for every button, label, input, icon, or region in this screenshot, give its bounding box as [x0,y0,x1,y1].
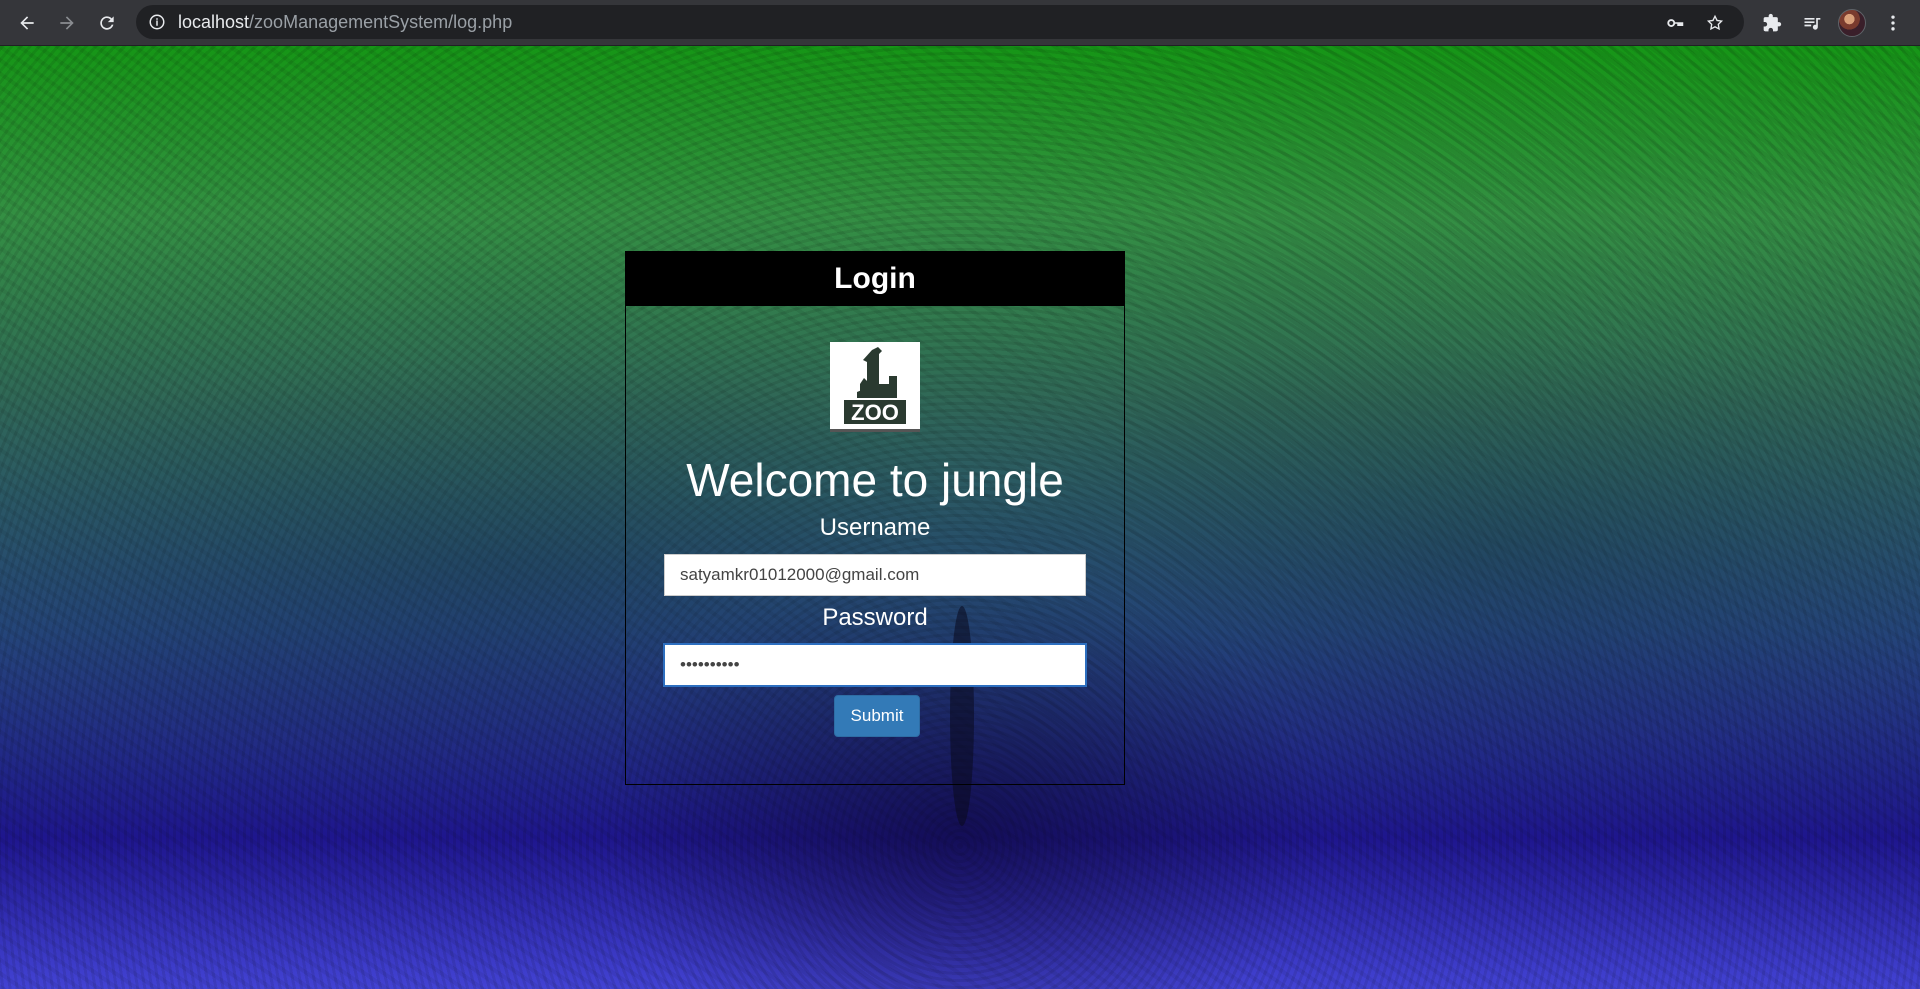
page-background: Login ZOO Welcome to jungle Username Pas… [0,46,1920,989]
logo-text: ZOO [851,400,899,425]
arrow-right-icon [60,16,74,30]
login-header: Login [626,252,1124,306]
kebab-menu-icon [1891,15,1895,31]
giraffe-logo-icon: ZOO [830,342,920,428]
username-label: Username [819,514,931,541]
url-text[interactable]: localhost/zooManagementSystem/log.php [178,5,512,39]
media-queue-button[interactable] [1795,6,1829,40]
menu-button[interactable] [1876,6,1910,40]
key-icon[interactable] [1666,14,1684,32]
welcome-heading: Welcome to jungle [686,454,1064,506]
url-path: /zooManagementSystem/log.php [249,12,513,32]
reload-button[interactable] [90,6,124,40]
username-input[interactable] [664,554,1086,596]
url-host: localhost [178,12,250,32]
info-icon[interactable] [148,13,166,31]
arrow-left-icon [20,16,34,30]
zoo-logo: ZOO [830,342,920,432]
forward-button[interactable] [50,6,84,40]
submit-button[interactable]: Submit [834,695,920,737]
browser-toolbar: localhost/zooManagementSystem/log.php [0,0,1920,46]
star-icon[interactable] [1706,14,1724,32]
login-card: Login ZOO Welcome to jungle Username Pas… [625,251,1125,785]
back-button[interactable] [10,6,44,40]
profile-avatar[interactable] [1838,9,1866,37]
address-bar[interactable]: localhost/zooManagementSystem/log.php [136,5,1744,39]
puzzle-icon [1763,13,1782,32]
password-input[interactable] [664,644,1086,686]
reload-icon [100,16,114,30]
extensions-button[interactable] [1755,6,1789,40]
password-label: Password [822,604,928,631]
media-queue-icon [1804,18,1821,30]
